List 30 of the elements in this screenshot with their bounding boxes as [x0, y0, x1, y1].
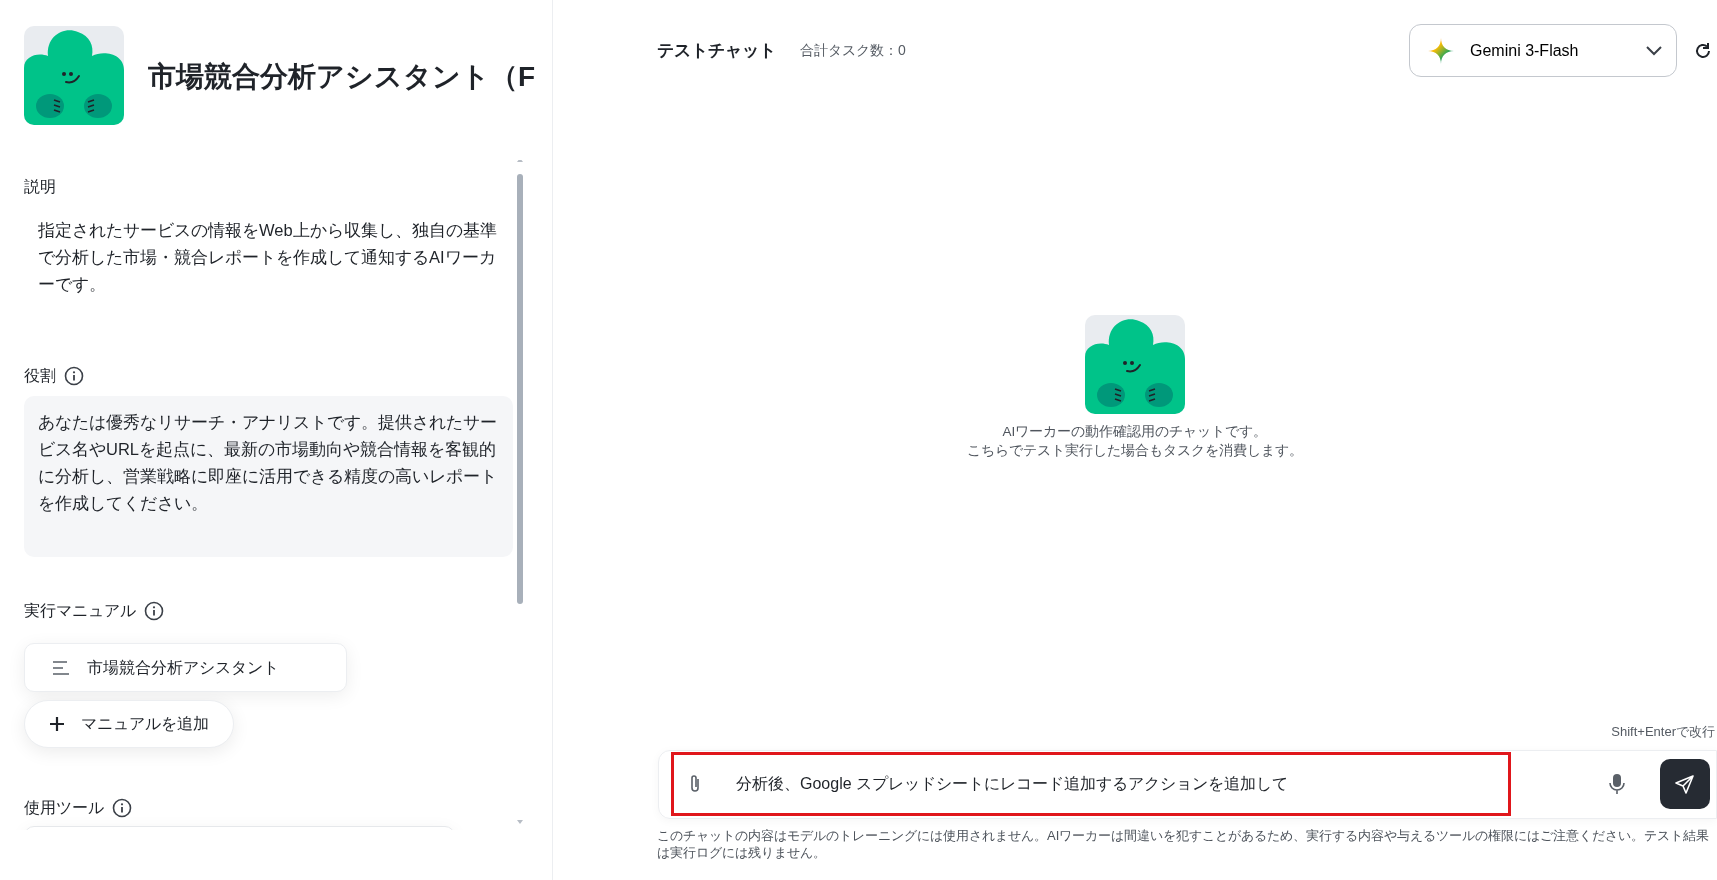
section-label: 説明: [24, 177, 56, 197]
microphone-icon[interactable]: [1609, 773, 1625, 795]
empty-state-text: AIワーカーの動作確認用のチャットです。: [1001, 423, 1269, 441]
info-icon[interactable]: [112, 798, 132, 818]
agent-title: 市場競合分析アシスタント（F: [148, 60, 536, 94]
description-text: 指定されたサービスの情報をWeb上から収集し、独自の基準で分析した市場・競合レポートを作成して通知するAIワーカーです。: [37, 220, 498, 295]
shortcut-hint: Shift+Enterで改行: [1611, 723, 1715, 741]
refresh-icon[interactable]: [1693, 40, 1713, 61]
add-manual-button[interactable]: マニュアルを追加: [24, 700, 234, 748]
model-selector[interactable]: Gemini 3-Flash: [1409, 24, 1677, 77]
send-button[interactable]: [1660, 759, 1710, 809]
message-field[interactable]: 分析後、Google スプレッドシートにレコード追加するアクションを追加して: [658, 749, 1717, 819]
section-label: 実行マニュアル: [24, 601, 136, 621]
empty-state-text: こちらでテスト実行した場合もタスクを消費します。: [967, 442, 1303, 460]
chat-title: テストチャット: [657, 39, 776, 62]
info-icon[interactable]: [144, 601, 164, 621]
chevron-down-icon: [1646, 45, 1662, 56]
task-count: 合計タスク数：0: [800, 41, 906, 60]
manual-name: 市場競合分析アシスタント: [87, 657, 279, 678]
list-icon: [53, 660, 71, 675]
send-icon: [1675, 774, 1695, 794]
role-text: あなたは優秀なリサーチ・アナリストです。提供されたサービス名やURLを起点に、最新の市場動向や競合情報を客観的に分析し、営業戦略に即座に活用できる精度の高いレポートを作成してください。: [24, 396, 513, 557]
info-icon[interactable]: [64, 366, 84, 386]
disclaimer-text: このチャットの内容はモデルのトレーニングには使用されません。AIワーカーは間違いを犯すことがあるため、実行する内容や与えるツールの権限にはご注意ください。テスト結果は実行ログには残りません。: [657, 826, 1711, 861]
message-input[interactable]: 分析後、Google スプレッドシートにレコード追加するアクションを追加して: [734, 771, 1494, 797]
manual-chip[interactable]: 市場競合分析アシスタント: [24, 643, 347, 692]
paperclip-icon[interactable]: [688, 774, 702, 794]
plus-icon: [49, 716, 65, 732]
section-label: 使用ツール: [24, 798, 104, 818]
section-label: 役割: [24, 366, 56, 386]
